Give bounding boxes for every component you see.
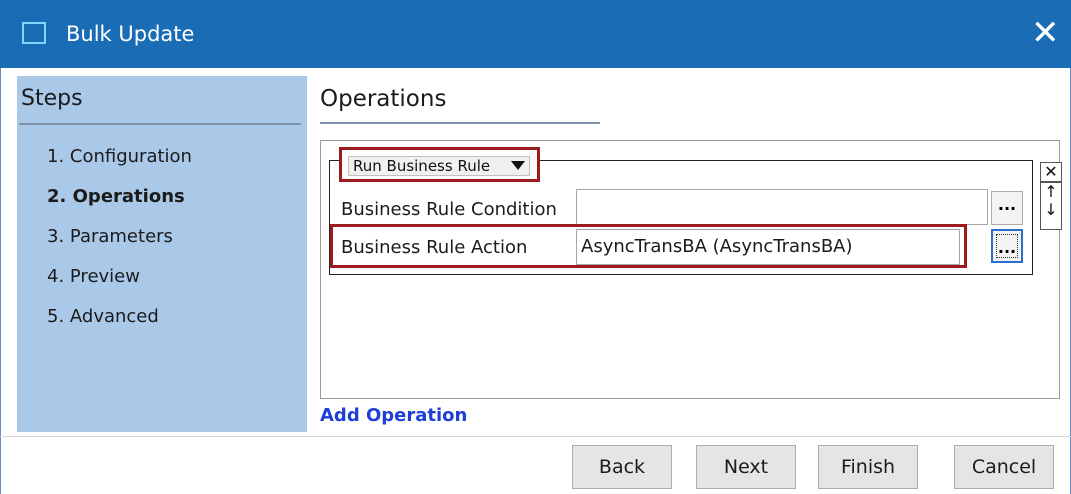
finish-button[interactable]: Finish [818, 445, 918, 489]
move-up-icon[interactable]: ↑ [1041, 183, 1061, 201]
action-browse-button[interactable]: ... [991, 229, 1023, 263]
cancel-button[interactable]: Cancel [954, 445, 1054, 489]
dropdown-arrow-icon [511, 161, 525, 170]
operation-type-label: Run Business Rule [353, 157, 491, 175]
window-title: Bulk Update [66, 22, 195, 46]
step-configuration[interactable]: 1. Configuration [47, 146, 192, 167]
condition-label: Business Rule Condition [341, 199, 557, 220]
page-title: Operations [320, 86, 447, 112]
step-advanced[interactable]: 5. Advanced [47, 306, 159, 327]
close-box-icon[interactable]: ✕ [1040, 162, 1062, 182]
condition-browse-button[interactable]: ... [991, 191, 1023, 225]
move-down-icon[interactable]: ↓ [1041, 201, 1061, 219]
step-preview[interactable]: 4. Preview [47, 266, 140, 287]
add-operation-link[interactable]: Add Operation [320, 405, 467, 426]
move-buttons: ↑ ↓ [1040, 182, 1062, 230]
step-operations[interactable]: 2. Operations [47, 186, 185, 207]
operation-type-dropdown[interactable]: Run Business Rule [339, 147, 540, 182]
steps-panel: Steps 1. Configuration 2. Operations 3. … [17, 76, 307, 432]
title-divider [320, 122, 600, 124]
close-icon[interactable]: ✕ [1031, 15, 1060, 51]
operation-type-value: Run Business Rule [348, 156, 530, 176]
steps-title: Steps [21, 86, 83, 111]
footer-divider [0, 436, 1071, 437]
window-icon [22, 22, 46, 44]
next-button[interactable]: Next [696, 445, 796, 489]
step-parameters[interactable]: 3. Parameters [47, 226, 173, 247]
title-bar: Bulk Update ✕ [0, 0, 1071, 68]
focus-ring: ... [996, 234, 1018, 258]
condition-field[interactable] [576, 189, 988, 225]
steps-divider [19, 123, 301, 125]
back-button[interactable]: Back [572, 445, 672, 489]
action-highlight [330, 224, 967, 268]
